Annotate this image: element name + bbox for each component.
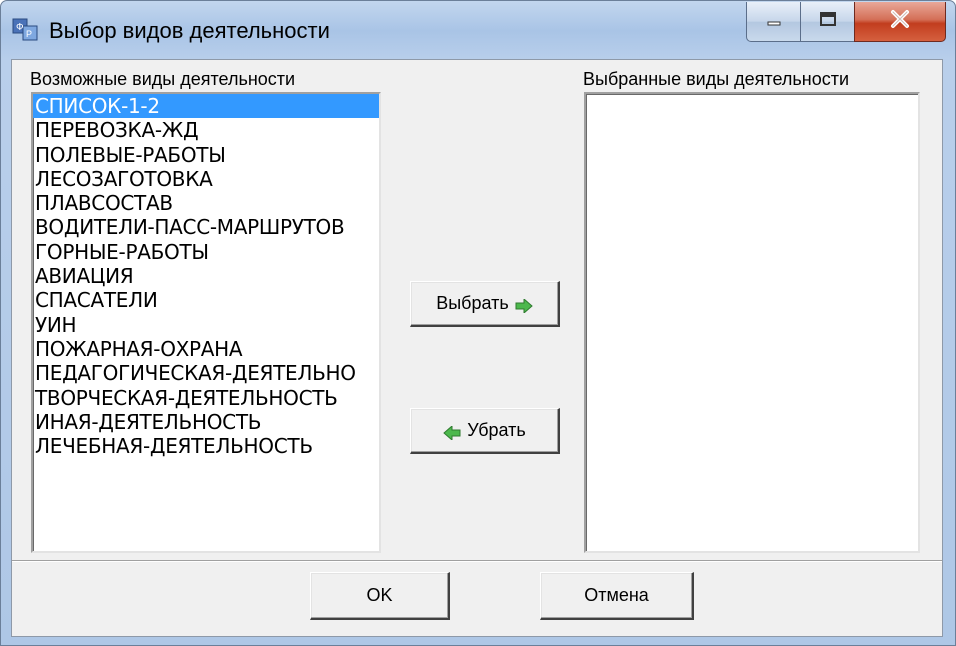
list-item[interactable]: АВИАЦИЯ (33, 264, 379, 288)
selected-list-label: Выбранные виды деятельности (583, 69, 850, 89)
list-item[interactable]: УИН (33, 313, 379, 337)
main-panel: Возможные виды деятельности СПИСОК-1-2 ПЕ… (12, 60, 942, 560)
arrow-right-icon (515, 297, 533, 314)
minimize-button[interactable] (746, 2, 800, 42)
ok-button-label: OK (366, 585, 393, 605)
list-item[interactable]: ПЛАВСОСТАВ (33, 191, 379, 215)
cancel-button-label: Отмена (584, 585, 649, 605)
svg-text:Р: Р (26, 29, 32, 39)
dialog-window: Ф Р Выбор видов деятельности Возможные в… (0, 0, 956, 646)
title-bar[interactable]: Ф Р Выбор видов деятельности (1, 1, 955, 59)
remove-button-label: Убрать (467, 420, 526, 440)
list-item[interactable]: ПОЛЕВЫЕ-РАБОТЫ (33, 143, 379, 167)
list-item[interactable]: ЛЕСОЗАГОТОВКА (33, 167, 379, 191)
select-button-label: Выбрать (436, 293, 509, 313)
footer-divider (12, 560, 942, 562)
selected-activities-list[interactable] (584, 92, 920, 553)
list-item[interactable]: ПОЖАРНАЯ-ОХРАНА (33, 337, 379, 361)
window-title: Выбор видов деятельности (49, 18, 330, 43)
available-list-label: Возможные виды деятельности (30, 69, 296, 89)
app-icon[interactable]: Ф Р (12, 17, 40, 43)
svg-text:Ф: Ф (16, 22, 24, 33)
list-item[interactable]: ТВОРЧЕСКАЯ-ДЕЯТЕЛЬНОСТЬ (33, 386, 379, 410)
caption-buttons (746, 2, 946, 44)
close-button[interactable] (854, 2, 946, 42)
select-button[interactable]: Выбрать (410, 281, 560, 327)
available-activities-list[interactable]: СПИСОК-1-2 ПЕРЕВОЗКА-ЖД ПОЛЕВЫЕ-РАБОТЫ ЛЕСО… (31, 92, 381, 553)
list-item[interactable]: СПИСОК-1-2 (33, 94, 379, 119)
remove-button[interactable]: Убрать (410, 408, 560, 454)
ok-button[interactable]: OK (310, 572, 450, 620)
list-item[interactable]: ГОРНЫЕ-РАБОТЫ (33, 240, 379, 264)
list-item[interactable]: ИНАЯ-ДЕЯТЕЛЬНОСТЬ (33, 410, 379, 434)
list-item[interactable]: ЛЕЧЕБНАЯ-ДЕЯТЕЛЬНОСТЬ (33, 434, 379, 458)
list-item[interactable]: ВОДИТЕЛИ-ПАСС-МАРШРУТОВ (33, 215, 379, 239)
close-icon (889, 9, 911, 34)
maximize-button[interactable] (800, 2, 854, 42)
maximize-icon (819, 11, 837, 32)
cancel-button[interactable]: Отмена (540, 572, 694, 620)
list-item[interactable]: СПАСАТЕЛИ (33, 288, 379, 312)
list-item[interactable]: ПЕРЕВОЗКА-ЖД (33, 118, 379, 142)
dialog-client-area: Возможные виды деятельности СПИСОК-1-2 ПЕ… (11, 59, 943, 637)
list-item[interactable]: ПЕДАГОГИЧЕСКАЯ-ДЕЯТЕЛЬНО (33, 361, 379, 385)
minimize-icon (766, 11, 782, 32)
arrow-left-icon (443, 424, 461, 441)
